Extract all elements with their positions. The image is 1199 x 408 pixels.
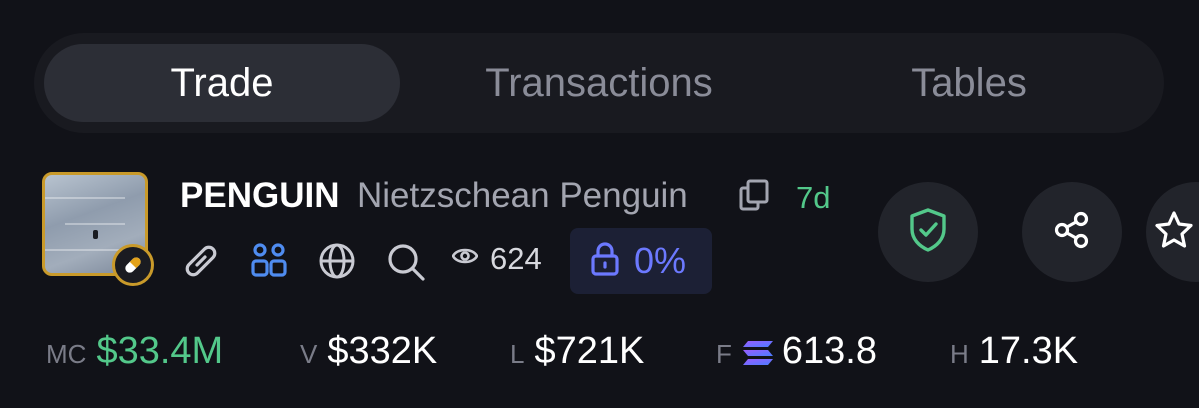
stat-value: $332K <box>327 330 438 372</box>
community-icon[interactable] <box>250 242 288 285</box>
stat-holders: H 17.3K <box>950 330 1078 373</box>
tab-trade[interactable]: Trade <box>44 44 400 122</box>
stat-label: F <box>716 339 732 369</box>
view-count: 624 <box>490 241 542 276</box>
globe-icon[interactable] <box>318 242 356 285</box>
stat-label: L <box>510 339 525 369</box>
stat-fees: F 613.8 <box>716 330 877 373</box>
tab-bar: Trade Transactions Tables <box>34 33 1164 133</box>
token-ticker: PENGUIN <box>180 176 340 215</box>
stat-label: H <box>950 339 969 369</box>
eye-icon <box>451 246 479 271</box>
stat-value: 613.8 <box>781 330 877 372</box>
solana-icon <box>742 339 774 372</box>
security-check-button[interactable] <box>878 182 978 282</box>
star-icon <box>1154 210 1194 255</box>
share-icon <box>1052 210 1092 255</box>
shield-check-icon <box>908 207 948 258</box>
stat-value: $33.4M <box>96 330 224 372</box>
favorite-button[interactable] <box>1146 182 1199 282</box>
copy-icon[interactable] <box>738 178 770 217</box>
stat-volume: V $332K <box>300 330 437 373</box>
lock-percent: 0% <box>634 240 687 281</box>
stat-market-cap: MC $33.4M <box>46 330 223 373</box>
penguin-figure <box>93 230 98 239</box>
pill-icon <box>112 244 154 286</box>
token-age: 7d <box>796 180 831 215</box>
stat-liquidity: L $721K <box>510 330 644 373</box>
lock-icon <box>590 241 620 281</box>
stat-value: 17.3K <box>978 330 1079 372</box>
stat-label: MC <box>46 339 87 369</box>
lock-badge[interactable]: 0% <box>570 228 712 294</box>
link-icon[interactable] <box>182 242 220 285</box>
search-icon[interactable] <box>386 242 426 287</box>
stat-label: V <box>300 339 318 369</box>
stat-value: $721K <box>534 330 645 372</box>
token-name: Nietzschean Penguin <box>357 176 688 215</box>
tab-tables[interactable]: Tables <box>794 44 1144 122</box>
share-button[interactable] <box>1022 182 1122 282</box>
tab-transactions[interactable]: Transactions <box>414 44 784 122</box>
